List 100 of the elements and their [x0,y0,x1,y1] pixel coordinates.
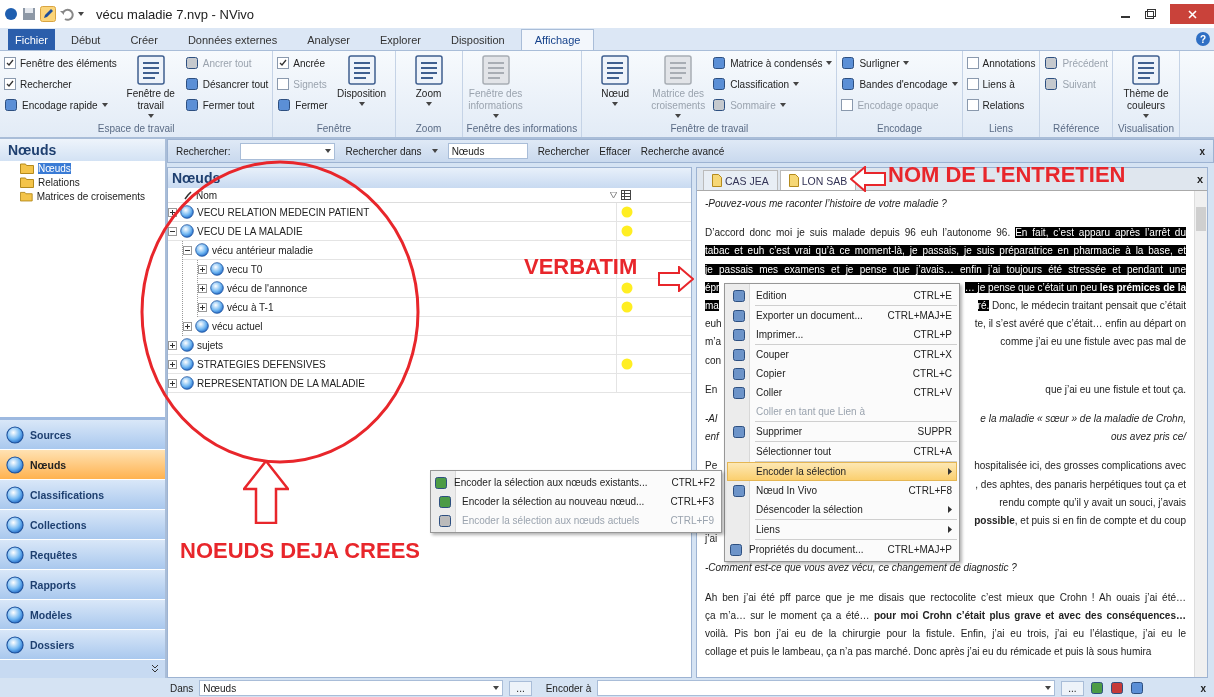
chevron-icon[interactable] [151,664,159,674]
expander-icon[interactable] [168,207,177,217]
nav-button[interactable]: Dossiers [0,630,165,660]
expander-icon[interactable] [168,226,177,236]
menu-item[interactable]: Encoder la sélection au nouveau nœud... CTRL+F3 [433,492,719,511]
nav-button[interactable]: Requêtes [0,540,165,570]
nav-button[interactable]: Sources [0,420,165,450]
filter-icon[interactable] [610,191,617,199]
checkbox[interactable] [966,78,979,90]
ribbon-button[interactable]: Classification [712,76,833,92]
ribbon-button[interactable]: Zoom [399,54,458,123]
expander-icon[interactable] [183,321,192,331]
node-name[interactable]: vécu de l'annonce [227,282,308,294]
menu-item[interactable]: Désencoder la sélection [727,500,957,519]
scope-field[interactable]: Nœuds [447,143,528,159]
node-name[interactable]: sujets [197,339,224,351]
menu-item[interactable]: Exporter un document... CTRL+MAJ+E [727,306,957,325]
undo-icon[interactable] [60,7,74,21]
ribbon-button[interactable]: Bandes d'encodage [841,76,958,92]
menu-item[interactable]: Imprimer... CTRL+P [727,325,957,344]
document-tab[interactable]: CAS JEA [703,170,778,190]
ribbon-tab[interactable]: Créer [116,29,172,50]
expander-icon[interactable] [168,359,177,369]
expander-icon[interactable] [198,264,207,274]
search-action-button[interactable]: Recherche avancé [640,145,725,157]
help-button[interactable]: ? [1196,32,1210,46]
node-name[interactable]: REPRESENTATION DE LA MALADIE [197,377,365,389]
ribbon-button[interactable]: Disposition [332,54,391,123]
grid-icon[interactable] [621,190,631,200]
close-button[interactable]: x [1200,682,1206,694]
menu-item[interactable]: Propriétés du document... CTRL+MAJ+P [727,540,957,559]
close-button[interactable]: x [1199,145,1205,157]
column-header[interactable]: Nom [196,189,218,201]
search-action-button[interactable]: Effacer [599,145,631,157]
checkbox[interactable] [4,78,16,90]
ribbon-button[interactable]: Désancrer tout [184,76,269,92]
app-icon[interactable] [4,7,18,21]
menu-item[interactable]: Edition CTRL+E [727,286,957,305]
checkbox[interactable] [4,57,16,69]
node-name[interactable]: vecu T0 [227,263,263,275]
ribbon-button[interactable]: Fenêtre de travail [121,54,180,123]
sidebar-item[interactable]: Matrices de croisements [36,190,145,202]
maximize-icon[interactable] [1145,9,1156,19]
expander-icon[interactable] [183,245,192,255]
ribbon-button[interactable]: Thème de couleurs [1117,54,1175,123]
node-name[interactable]: vécu actuel [212,320,263,332]
node-name[interactable]: VECU RELATION MEDECIN PATIENT [197,206,370,218]
nav-button[interactable]: Collections [0,510,165,540]
checkbox[interactable] [966,57,979,69]
ribbon-button[interactable]: Matrice à condensés [712,55,833,71]
ribbon-button[interactable]: Encodage rapide [4,97,117,113]
expander-icon[interactable] [168,378,177,388]
node-name[interactable]: vécu à T-1 [227,301,274,313]
look-in-button[interactable]: Rechercher dans [345,145,422,157]
expander-icon[interactable] [198,283,207,293]
node-name[interactable]: VECU DE LA MALADIE [197,225,303,237]
search-action-button[interactable]: Rechercher [537,145,590,157]
sidebar-item[interactable]: Relations [38,176,80,188]
close-button[interactable]: x [1196,173,1203,185]
ribbon-tab[interactable]: Affichage [520,29,595,50]
menu-item[interactable]: Liens [727,520,957,539]
ribbon-button[interactable]: Nœud [586,54,645,123]
menu-item[interactable]: Copier CTRL+C [727,364,957,383]
menu-item[interactable]: Encoder la sélection [727,462,957,481]
close-button[interactable] [1170,4,1214,24]
menu-item[interactable]: Encoder la sélection aux nœuds existants... CTRL+F2 [433,473,719,492]
ribbon-button[interactable]: Fermer [277,97,328,113]
checkbox[interactable] [277,57,290,69]
checkbox[interactable] [966,99,979,111]
ribbon-tab[interactable]: Fichier [8,29,55,50]
browse-button[interactable]: ... [1061,680,1084,696]
search-field[interactable] [240,142,336,160]
ribbon-button[interactable]: Fermer tout [184,97,269,113]
ribbon-tab[interactable]: Disposition [436,29,519,50]
expander-icon[interactable] [198,302,207,312]
menu-item[interactable]: Couper CTRL+X [727,345,957,364]
pencil-icon[interactable] [40,6,56,22]
ribbon-tab[interactable]: Explorer [365,29,435,50]
sidebar-item[interactable]: Nœuds [38,162,71,174]
browse-button[interactable]: ... [509,680,532,696]
scrollbar[interactable] [1194,191,1207,677]
ribbon-tab[interactable]: Données externes [173,29,292,50]
ribbon-tab[interactable]: Analyser [293,29,364,50]
save-icon[interactable] [22,7,36,21]
node-name[interactable]: vécu antérieur maladie [212,244,314,256]
nav-button[interactable]: Rapports [0,570,165,600]
nav-button[interactable]: Modèles [0,600,165,630]
menu-item[interactable]: Supprimer SUPPR [727,422,957,441]
ribbon-tab[interactable]: Début [57,29,115,50]
expander-icon[interactable] [168,340,177,350]
code-to-field[interactable] [597,680,1056,696]
nav-button[interactable]: Nœuds [0,450,165,480]
node-name[interactable]: STRATEGIES DEFENSIVES [197,358,326,370]
nav-button[interactable]: Classifications [0,480,165,510]
menu-item[interactable]: Nœud In Vivo CTRL+F8 [727,481,957,500]
menu-item[interactable]: Coller CTRL+V [727,383,957,402]
ribbon-button[interactable]: Surligner [841,55,958,71]
in-field[interactable]: Nœuds [199,680,504,696]
menu-item[interactable]: Sélectionner tout CTRL+A [727,442,957,461]
document-tab[interactable]: LON SAB [779,170,857,190]
